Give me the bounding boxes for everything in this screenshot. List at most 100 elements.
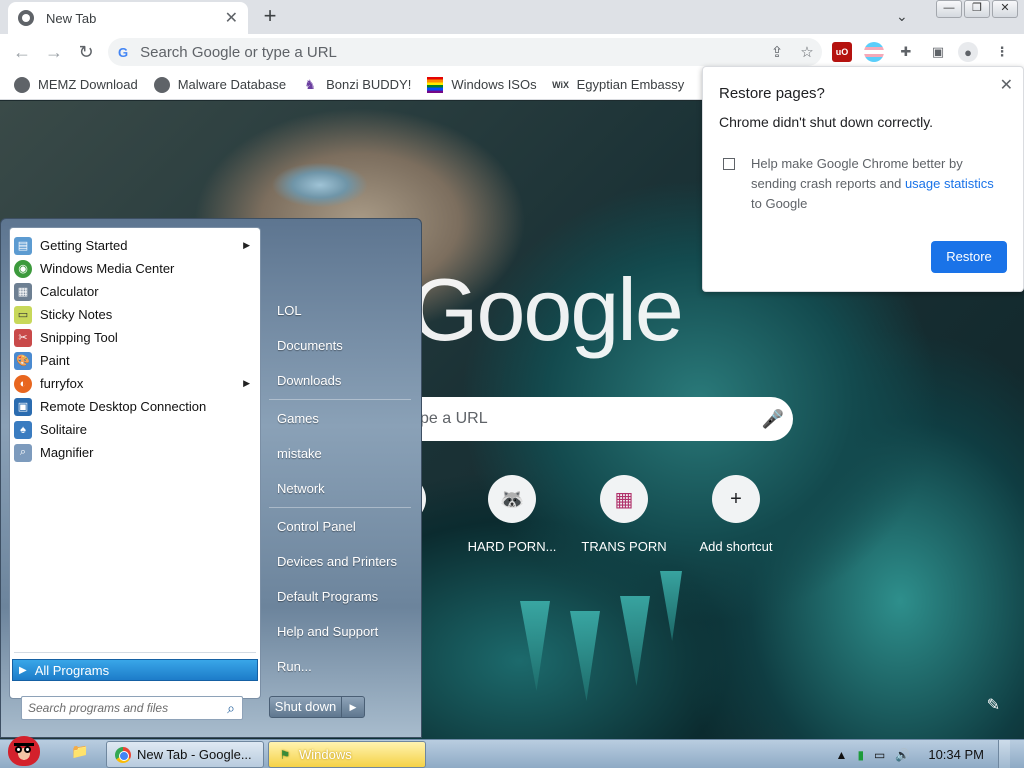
raccoon-icon: 🦝 xyxy=(488,475,536,523)
usage-statistics-link[interactable]: usage statistics xyxy=(905,176,994,191)
shortcut-label: HARD PORN... xyxy=(467,539,557,554)
file-explorer-icon[interactable]: 📁 xyxy=(68,743,92,765)
menu-kebab-icon[interactable]: ⋮ xyxy=(992,42,1012,62)
tab-close-icon[interactable]: ✕ xyxy=(225,8,238,28)
side-panel-icon[interactable]: ▣ xyxy=(928,42,948,62)
start-menu: ▤ Getting Started ▶ ◉ Windows Media Cent… xyxy=(0,218,422,738)
bookmark-bonzi-buddy[interactable]: ♞ Bonzi BUDDY! xyxy=(302,77,411,93)
back-icon[interactable]: ← xyxy=(6,42,38,63)
program-solitaire[interactable]: ♠ Solitaire xyxy=(10,418,260,441)
start-item-lol[interactable]: LOL xyxy=(277,303,302,318)
start-search-input[interactable]: Search programs and files ⌕ xyxy=(21,696,243,720)
start-item-devices-printers[interactable]: Devices and Printers xyxy=(277,554,397,569)
bookmark-memz-download[interactable]: MEMZ Download xyxy=(14,76,138,93)
dialog-title: Restore pages? xyxy=(719,85,825,102)
network-icon[interactable]: ▭ xyxy=(874,748,885,762)
remote-desktop-icon: ▣ xyxy=(14,397,32,416)
start-item-mistake[interactable]: mistake xyxy=(277,446,322,461)
program-label: Snipping Tool xyxy=(40,330,118,345)
program-label: Paint xyxy=(40,353,70,368)
program-paint[interactable]: 🎨 Paint xyxy=(10,349,260,372)
ublock-origin-icon[interactable]: uO xyxy=(832,42,852,62)
trans-flag-extension-icon[interactable] xyxy=(864,42,884,62)
start-item-help-support[interactable]: Help and Support xyxy=(277,624,378,639)
new-tab-button[interactable]: + xyxy=(258,4,282,28)
bonzi-icon: ♞ xyxy=(304,76,316,92)
microphone-icon[interactable]: 🎤 xyxy=(753,409,793,430)
shutdown-options-arrow-icon[interactable]: ▶ xyxy=(342,697,364,717)
clock[interactable]: 10:34 PM xyxy=(928,747,984,762)
close-window-button[interactable]: ✕ xyxy=(992,0,1018,18)
profile-avatar-icon[interactable]: ● xyxy=(958,42,978,62)
program-windows-media-center[interactable]: ◉ Windows Media Center xyxy=(10,257,260,280)
taskbar-chrome-button[interactable]: New Tab - Google... xyxy=(106,741,264,768)
crash-report-checkbox[interactable] xyxy=(723,158,735,170)
scissors-icon: ✂ xyxy=(14,328,32,347)
bird-eye xyxy=(15,746,22,753)
start-item-default-programs[interactable]: Default Programs xyxy=(277,589,378,604)
program-label: Solitaire xyxy=(40,422,87,437)
start-item-documents[interactable]: Documents xyxy=(277,338,343,353)
add-shortcut-tile[interactable]: + Add shortcut xyxy=(680,475,792,554)
magnifier-icon: ⌕ xyxy=(14,443,32,462)
start-search-placeholder: Search programs and files xyxy=(28,701,169,715)
start-item-control-panel[interactable]: Control Panel xyxy=(277,519,356,534)
globe-icon xyxy=(153,76,170,93)
taskbar: 📁 New Tab - Google... ⚑ Windows ▲ ▮ ▭ 🔊 … xyxy=(0,736,1024,768)
address-bar[interactable]: G Search Google or type a URL ⇪ ☆ xyxy=(108,38,822,66)
forward-icon[interactable]: → xyxy=(38,42,70,63)
start-item-network[interactable]: Network xyxy=(277,481,325,496)
windows-flag-icon: ⚑ xyxy=(279,747,291,762)
program-magnifier[interactable]: ⌕ Magnifier xyxy=(10,441,260,464)
taskbar-windows-button[interactable]: ⚑ Windows xyxy=(268,741,426,768)
program-sticky-notes[interactable]: ▭ Sticky Notes xyxy=(10,303,260,326)
bookmark-label: Egyptian Embassy xyxy=(576,77,685,92)
program-calculator[interactable]: ▦ Calculator xyxy=(10,280,260,303)
start-item-downloads[interactable]: Downloads xyxy=(277,373,341,388)
close-icon[interactable]: ✕ xyxy=(1000,75,1013,95)
bookmark-windows-isos[interactable]: Windows ISOs xyxy=(427,76,537,93)
getting-started-icon: ▤ xyxy=(14,236,32,255)
minimize-button[interactable]: — xyxy=(936,0,962,18)
chrome-icon xyxy=(115,746,131,763)
shutdown-button[interactable]: Shut down ▶ xyxy=(269,696,365,718)
program-furryfox[interactable]: ◐ furryfox ▶ xyxy=(10,372,260,395)
start-button[interactable] xyxy=(4,732,44,768)
sticky-notes-icon: ▭ xyxy=(14,305,32,324)
address-bar-placeholder: Search Google or type a URL xyxy=(140,43,337,61)
reload-icon[interactable]: ↻ xyxy=(70,42,102,63)
share-icon[interactable]: ⇪ xyxy=(762,43,792,61)
browser-toolbar: ← → ↻ G Search Google or type a URL ⇪ ☆ … xyxy=(0,34,1024,70)
bookmark-egyptian-embassy[interactable]: WiX Egyptian Embassy xyxy=(552,77,685,93)
background-decoration xyxy=(520,601,550,691)
bookmark-malware-database[interactable]: Malware Database xyxy=(153,76,286,93)
taskbar-button-label: New Tab - Google... xyxy=(137,747,252,762)
shortcut-tile[interactable]: 🦝 HARD PORN... xyxy=(456,475,568,554)
customize-pencil-icon[interactable]: ✎ xyxy=(987,695,1000,715)
program-remote-desktop[interactable]: ▣ Remote Desktop Connection xyxy=(10,395,260,418)
taskbar-button-label: Windows xyxy=(299,747,352,762)
program-getting-started[interactable]: ▤ Getting Started ▶ xyxy=(10,234,260,257)
all-programs-button[interactable]: ▶ All Programs xyxy=(12,659,258,681)
tab-search-icon[interactable]: ⌄ xyxy=(896,8,908,25)
shortcut-tile[interactable]: ▦ TRANS PORN xyxy=(568,475,680,554)
bookmark-star-icon[interactable]: ☆ xyxy=(792,43,822,61)
restore-button[interactable]: Restore xyxy=(931,241,1007,273)
restore-button[interactable]: ❐ xyxy=(964,0,990,18)
search-icon[interactable]: ⌕ xyxy=(220,700,242,717)
show-hidden-icons-icon[interactable]: ▲ xyxy=(836,748,848,762)
play-arrow-icon: ▶ xyxy=(19,664,27,676)
shutdown-label[interactable]: Shut down xyxy=(270,697,342,717)
google-g-icon: G xyxy=(118,44,129,60)
divider xyxy=(269,507,411,508)
start-item-run[interactable]: Run... xyxy=(277,659,312,674)
tab-new-tab[interactable]: New Tab ✕ xyxy=(8,2,248,34)
extensions-puzzle-icon[interactable]: ✚ xyxy=(896,42,916,62)
divider xyxy=(14,652,256,653)
volume-icon[interactable]: 🔊 xyxy=(895,748,910,762)
start-item-games[interactable]: Games xyxy=(277,411,319,426)
show-desktop-button[interactable] xyxy=(998,740,1010,768)
program-label: Windows Media Center xyxy=(40,261,175,276)
program-snipping-tool[interactable]: ✂ Snipping Tool xyxy=(10,326,260,349)
battery-icon[interactable]: ▮ xyxy=(857,748,864,762)
